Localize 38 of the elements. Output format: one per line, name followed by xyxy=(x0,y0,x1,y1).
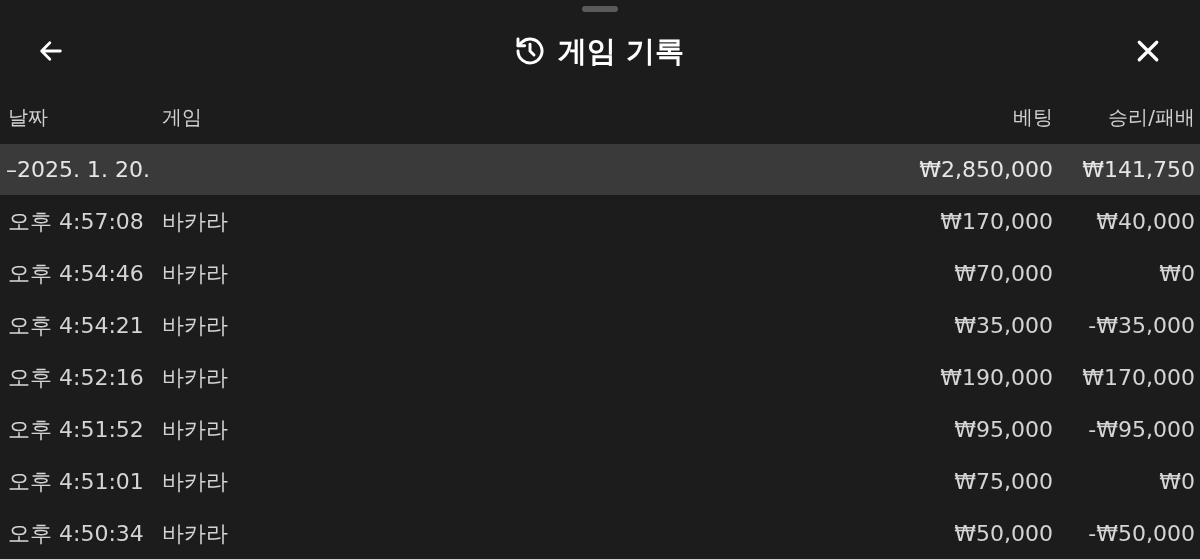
table-cell-text: 바카라 xyxy=(162,519,229,548)
table-cell-text: ₩40,000 xyxy=(1095,207,1196,236)
table-cell-text: ₩190,000 xyxy=(939,363,1053,392)
table-cell-text: 바카라 xyxy=(162,259,229,288)
table-cell-text: ₩170,000 xyxy=(1081,363,1196,392)
table-cell-text: ₩35,000 xyxy=(953,311,1053,340)
table-cell-text: ₩2,850,000 xyxy=(918,156,1053,184)
table-cell-text: 오후 4:54:21 xyxy=(7,311,145,340)
group-row[interactable]: –2025. 1. 20. ₩2,850,000 ₩141,750 xyxy=(0,144,1200,195)
table-cell-text: 바카라 xyxy=(162,415,229,444)
table-cell-text: –2025. 1. 20. xyxy=(5,156,151,184)
table-cell-text: ₩170,000 xyxy=(939,207,1053,236)
table-cell-text: -₩50,000 xyxy=(1087,519,1196,548)
table-cell-text: 오후 4:51:52 xyxy=(7,415,145,444)
table-cell-text: 바카라 xyxy=(162,207,229,236)
table-cell-text: ₩0 xyxy=(1158,259,1196,288)
table-cell-text: 바카라 xyxy=(162,363,229,392)
column-header: 게임 xyxy=(162,104,203,132)
table-cell-text: -₩95,000 xyxy=(1087,415,1196,444)
table-cell-text: ₩141,750 xyxy=(1081,156,1196,184)
table-cell-text: 오후 4:51:01 xyxy=(7,467,145,496)
column-header: 날짜 xyxy=(7,104,49,132)
table-cell-text: 오후 4:52:16 xyxy=(7,363,145,392)
table-cell-text: 오후 4:57:08 xyxy=(7,207,145,236)
table-cell-text: ₩50,000 xyxy=(953,519,1053,548)
table-cell-text: 바카라 xyxy=(162,311,229,340)
table-cell-text: 바카라 xyxy=(162,467,229,496)
table-cell-text: 오후 4:54:46 xyxy=(7,259,145,288)
table-cell-text: ₩0 xyxy=(1158,467,1196,496)
column-header: 베팅 xyxy=(1012,104,1053,132)
table-cell-text: ₩75,000 xyxy=(953,467,1053,496)
table-cell-text: ₩70,000 xyxy=(953,259,1053,288)
table-cell-text: ₩95,000 xyxy=(953,415,1053,444)
table-cell-text: -₩35,000 xyxy=(1087,311,1196,340)
window-title: 게임 기록 xyxy=(557,32,685,70)
table-cell-text: 오후 4:50:34 xyxy=(7,519,145,548)
column-header: 승리/패배 xyxy=(1107,104,1196,132)
drag-handle[interactable] xyxy=(582,6,618,12)
